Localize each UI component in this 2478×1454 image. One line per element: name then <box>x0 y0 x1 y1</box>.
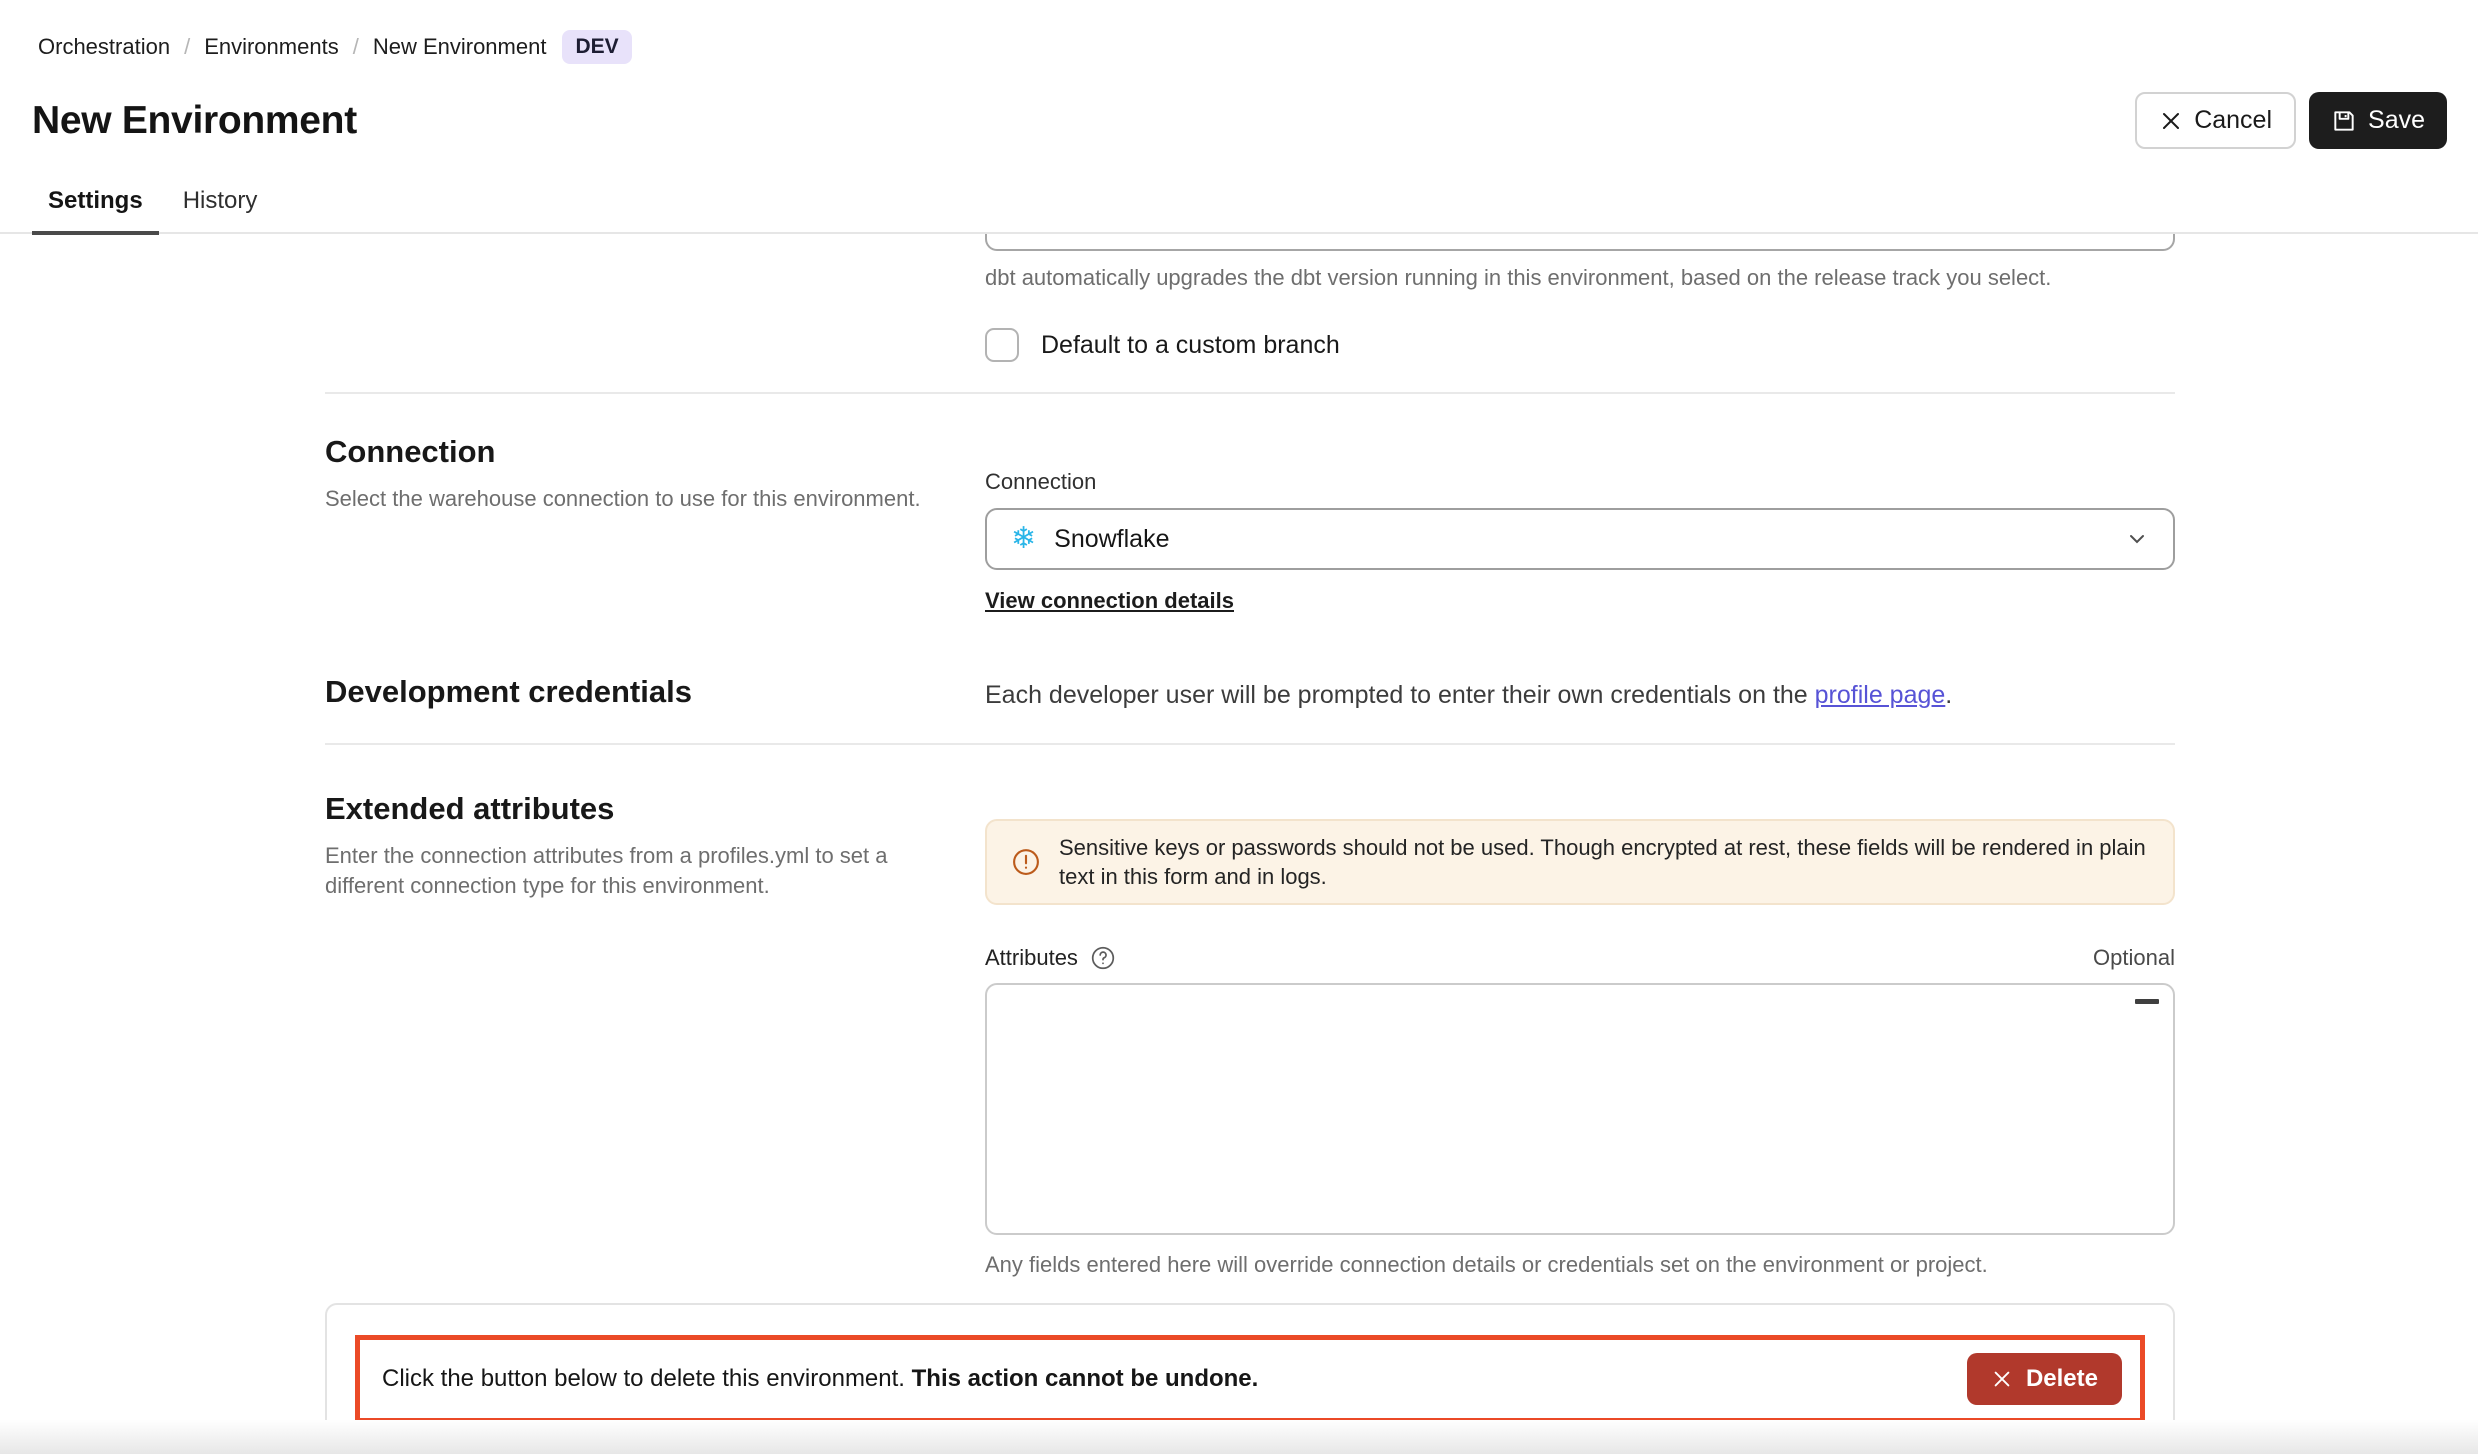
attributes-textarea[interactable] <box>985 983 2175 1235</box>
save-button-label: Save <box>2368 106 2425 135</box>
extended-attributes-section: Extended attributes Enter the connection… <box>325 745 2175 1279</box>
connection-section-fields: Connection ❄ Snowflake View connection d… <box>985 468 2175 614</box>
title-row: New Environment Cancel Save <box>32 92 2447 149</box>
delete-button[interactable]: Delete <box>1967 1353 2122 1405</box>
cancel-button[interactable]: Cancel <box>2135 92 2296 149</box>
warning-text: Sensitive keys or passwords should not b… <box>1059 833 2149 891</box>
header-actions: Cancel Save <box>2135 92 2447 149</box>
chevron-down-icon <box>2125 527 2149 551</box>
breadcrumb-orchestration[interactable]: Orchestration <box>38 34 170 60</box>
connection-section-intro: Connection Select the warehouse connecti… <box>325 434 985 514</box>
save-icon <box>2331 108 2357 134</box>
close-icon <box>2159 109 2183 133</box>
sensitive-keys-warning: Sensitive keys or passwords should not b… <box>985 819 2175 905</box>
environment-type-badge: DEV <box>562 30 631 64</box>
page-title: New Environment <box>32 99 357 143</box>
connection-description: Select the warehouse connection to use f… <box>325 484 940 514</box>
warning-icon <box>1011 847 1041 877</box>
delete-message: Click the button below to delete this en… <box>382 1365 1258 1393</box>
custom-branch-row: Default to a custom branch <box>985 328 2175 362</box>
close-icon <box>1991 1368 2013 1390</box>
connection-section: Connection Select the warehouse connecti… <box>325 394 2175 614</box>
development-credentials-section: Development credentials Each developer u… <box>325 674 2175 711</box>
collapse-editor-icon[interactable] <box>2135 999 2159 1004</box>
help-icon[interactable] <box>1090 945 1116 971</box>
delete-highlight-box: Click the button below to delete this en… <box>355 1335 2145 1423</box>
profile-page-link[interactable]: profile page <box>1815 681 1946 709</box>
custom-branch-label: Default to a custom branch <box>1041 331 1340 360</box>
development-credentials-text: Each developer user will be prompted to … <box>985 679 2175 711</box>
extended-attributes-description: Enter the connection attributes from a p… <box>325 841 940 901</box>
snowflake-icon: ❄ <box>1011 524 1036 554</box>
tab-bar: Settings History <box>32 187 2447 232</box>
development-credentials-heading: Development credentials <box>325 674 940 710</box>
optional-label: Optional <box>2093 945 2175 971</box>
breadcrumb-separator: / <box>184 34 190 60</box>
release-track-select-cutoff[interactable] <box>985 234 2175 251</box>
breadcrumb-new-environment[interactable]: New Environment <box>373 34 547 60</box>
connection-field-label: Connection <box>985 468 2175 496</box>
connection-select[interactable]: ❄ Snowflake <box>985 508 2175 570</box>
extended-attributes-heading: Extended attributes <box>325 791 940 827</box>
settings-form: dbt automatically upgrades the dbt versi… <box>0 234 2478 1451</box>
dev-credentials-text-after: . <box>1945 681 1952 709</box>
dev-credentials-text-before: Each developer user will be prompted to … <box>985 681 1815 709</box>
custom-branch-checkbox[interactable] <box>985 328 1019 362</box>
view-connection-details-link[interactable]: View connection details <box>985 588 1234 614</box>
connection-heading: Connection <box>325 434 940 470</box>
delete-environment-card: Click the button below to delete this en… <box>325 1303 2175 1451</box>
connection-select-value: Snowflake <box>1054 525 1169 554</box>
page-header: Orchestration / Environments / New Envir… <box>0 0 2478 232</box>
breadcrumb-separator: / <box>353 34 359 60</box>
breadcrumb: Orchestration / Environments / New Envir… <box>32 30 2447 64</box>
save-button[interactable]: Save <box>2309 92 2447 149</box>
attributes-label-row: Attributes Optional <box>985 945 2175 971</box>
cancel-button-label: Cancel <box>2194 106 2272 135</box>
extended-attributes-intro: Extended attributes Enter the connection… <box>325 791 985 901</box>
tabbar-divider <box>0 232 2478 234</box>
breadcrumb-environments[interactable]: Environments <box>204 34 339 60</box>
development-credentials-intro: Development credentials <box>325 674 985 710</box>
delete-message-text: Click the button below to delete this en… <box>382 1365 912 1392</box>
tab-settings[interactable]: Settings <box>32 187 159 235</box>
extended-attributes-fields: Sensitive keys or passwords should not b… <box>985 819 2175 1279</box>
development-credentials-content: Each developer user will be prompted to … <box>985 674 2175 711</box>
new-environment-page: Orchestration / Environments / New Envir… <box>0 0 2478 1454</box>
delete-button-label: Delete <box>2026 1365 2098 1393</box>
release-track-helper: dbt automatically upgrades the dbt versi… <box>985 264 2175 292</box>
attributes-label: Attributes <box>985 945 1078 971</box>
attributes-editor <box>985 983 2175 1235</box>
attributes-label-group: Attributes <box>985 945 1116 971</box>
tab-history[interactable]: History <box>167 187 274 235</box>
delete-message-bold: This action cannot be undone. <box>912 1365 1259 1392</box>
attributes-helper: Any fields entered here will override co… <box>985 1251 2175 1279</box>
